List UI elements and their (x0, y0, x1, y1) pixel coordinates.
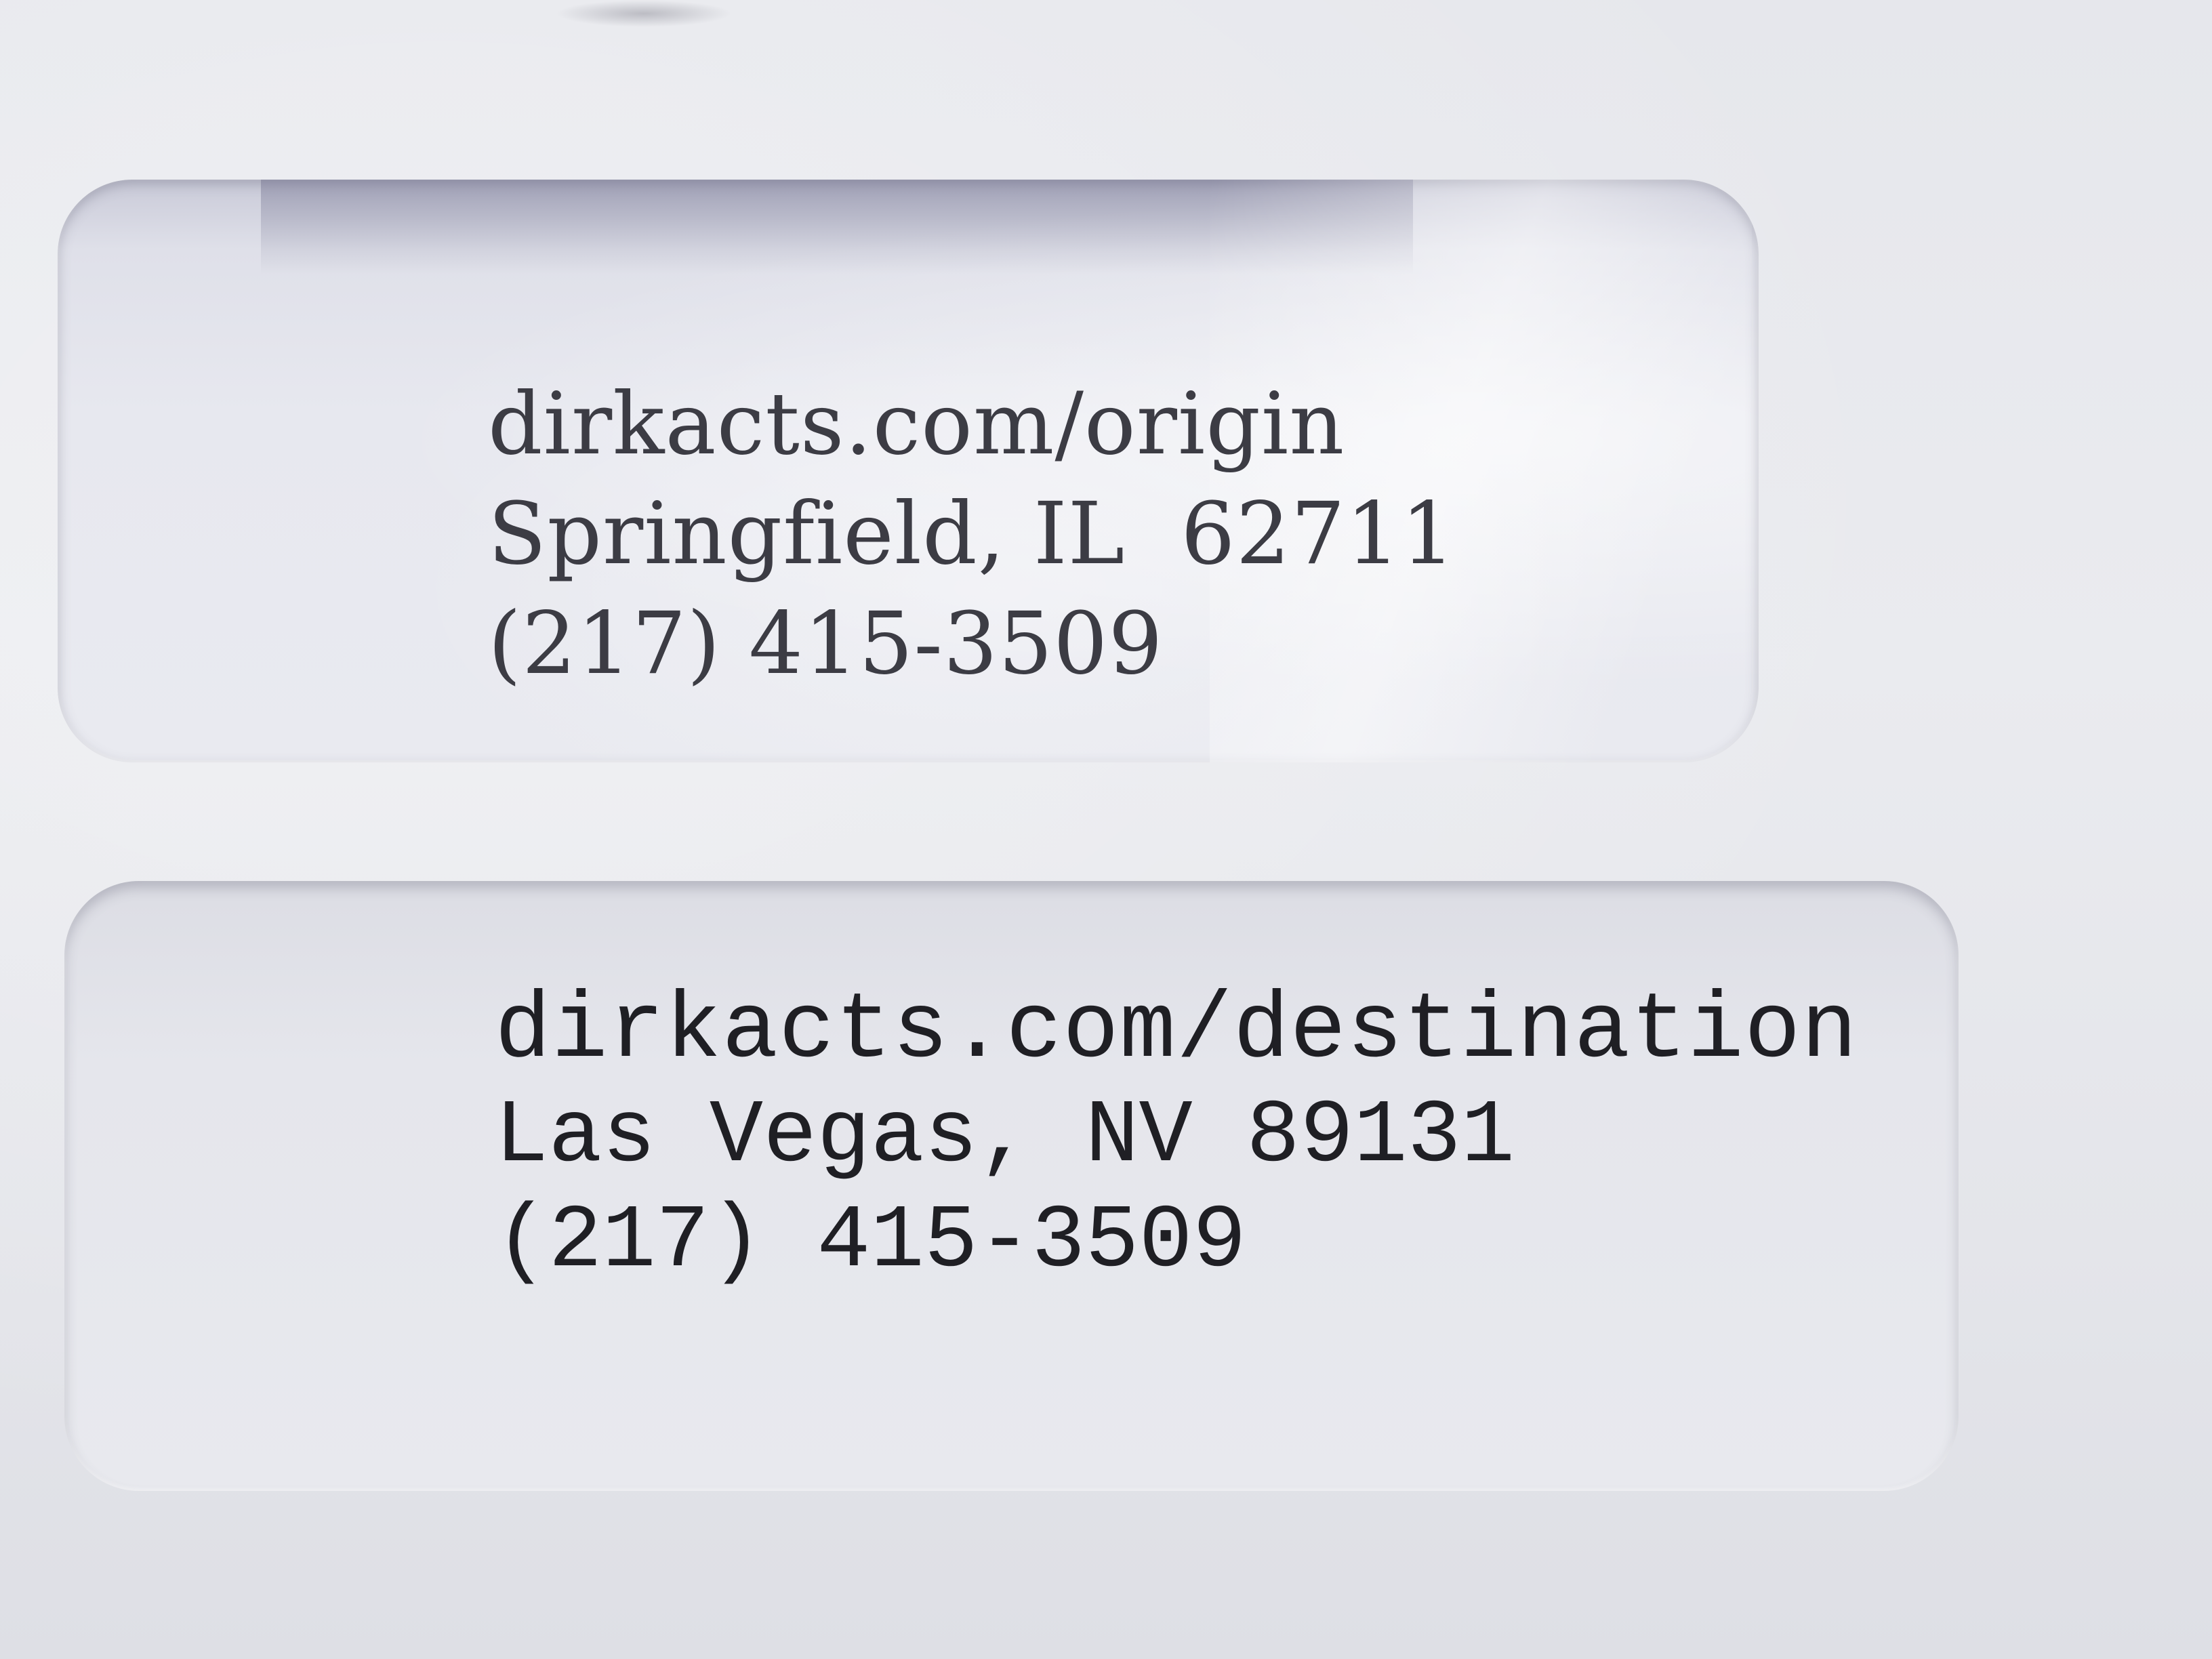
origin-city-state-zip: Springfield, IL 62711 (488, 484, 1456, 583)
destination-url: dirkacts.com/destination (495, 979, 1858, 1084)
shadow (556, 0, 732, 27)
envelope: dirkacts.com/origin Springfield, IL 6271… (0, 0, 2212, 1659)
destination-phone: (217) 415-3509 (495, 1191, 1246, 1292)
destination-city-state-zip: Las Vegas, NV 89131 (495, 1086, 1515, 1187)
destination-address-block: dirkacts.com/destination Las Vegas, NV 8… (495, 979, 1858, 1294)
origin-url: dirkacts.com/origin (488, 374, 1345, 474)
origin-address-block: dirkacts.com/origin Springfield, IL 6271… (488, 369, 1456, 699)
origin-phone: (217) 415-3509 (488, 594, 1164, 693)
